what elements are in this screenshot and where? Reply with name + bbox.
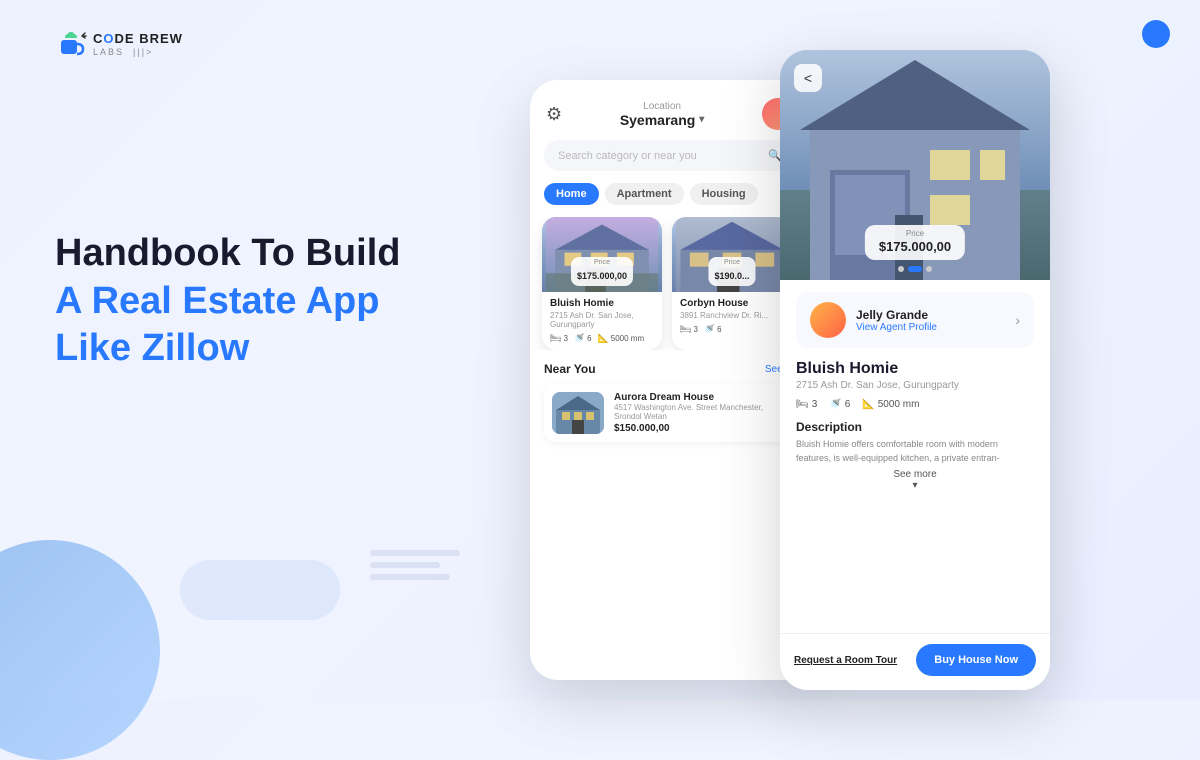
property-cards-row: Price $175.000,00 Bluish Homie 2715 Ash … <box>530 217 810 350</box>
beds-stat-2: 🛏3 <box>680 324 698 335</box>
agent-name: Jelly Grande <box>856 308 1015 322</box>
dot-3 <box>926 266 932 272</box>
property-stats-2: 🛏3 🚿6 <box>680 324 784 335</box>
see-more-button[interactable]: See more ▾ <box>796 469 1034 491</box>
property-stats-1: 🛏3 🚿6 📐5000 mm <box>550 333 654 344</box>
area-stat-1: 📐5000 mm <box>598 333 645 344</box>
chevron-down-icon: ▾ <box>796 480 1034 491</box>
property-address-2: 3891 Ranchview Dr. Ri... <box>680 311 784 320</box>
property-name-1: Bluish Homie <box>550 298 654 309</box>
detail-area: 📐5000 mm <box>862 399 919 410</box>
phones-area: ⚙ Location Syemarang ▾ Search category o… <box>470 30 1200 690</box>
property-card-image-2: Price $190.0... <box>672 217 792 292</box>
property-card-1[interactable]: Price $175.000,00 Bluish Homie 2715 Ash … <box>542 217 662 350</box>
detail-price-overlay: Price $175.000,00 <box>865 225 965 260</box>
image-dots <box>898 266 932 272</box>
detail-baths: 🚿6 <box>829 399 850 410</box>
location-area: Location Syemarang ▾ <box>620 101 705 128</box>
price-value-2: $190.0... <box>714 271 749 281</box>
nearby-info: Aurora Dream House 4517 Washington Ave. … <box>614 392 788 434</box>
search-bar[interactable]: Search category or near you 🔍 <box>544 140 796 171</box>
logo-icon <box>55 28 87 60</box>
detail-body: Jelly Grande View Agent Profile › Bluish… <box>780 280 1050 503</box>
nearby-header: Near You See All <box>544 362 796 376</box>
baths-stat-1: 🚿6 <box>574 333 592 344</box>
buy-house-button[interactable]: Buy House Now <box>916 644 1036 676</box>
property-name-2: Corbyn House <box>680 298 784 309</box>
detail-property-address: 2715 Ash Dr. San Jose, Gurungparty <box>796 380 1034 391</box>
dot-2 <box>908 266 922 272</box>
price-value-1: $175.000,00 <box>577 271 627 281</box>
property-address-1: 2715 Ash Dr. San Jose, Gurungparty <box>550 311 654 329</box>
price-label-1: Price <box>577 259 627 266</box>
headline-line1: Handbook To Build <box>55 232 400 274</box>
nearby-image <box>552 392 604 434</box>
property-card-image-1: Price $175.000,00 <box>542 217 662 292</box>
headline-line3: Like Zillow <box>55 327 249 369</box>
request-tour-button[interactable]: Request a Room Tour <box>794 644 906 676</box>
agent-profile-link[interactable]: View Agent Profile <box>856 322 1015 333</box>
detail-property-name: Bluish Homie <box>796 360 1034 378</box>
property-card-body-1: Bluish Homie 2715 Ash Dr. San Jose, Guru… <box>542 292 662 350</box>
chevron-right-icon: › <box>1015 312 1020 328</box>
nearby-item[interactable]: Aurora Dream House 4517 Washington Ave. … <box>544 384 796 442</box>
headline-line2: A Real Estate App <box>55 280 379 322</box>
price-badge-1: Price $175.000,00 <box>571 257 633 286</box>
headline-section: Handbook To Build A Real Estate App Like… <box>55 230 400 373</box>
decorative-lines <box>370 550 460 580</box>
decorative-blob-middle <box>180 560 340 620</box>
description-text: Bluish Homie offers comfortable room wit… <box>796 438 1034 465</box>
filter-tabs: Home Apartment Housing <box>530 183 810 217</box>
logo: CODE BREW LABS |||> <box>55 28 183 60</box>
search-placeholder: Search category or near you <box>558 150 697 162</box>
baths-stat-2: 🚿6 <box>704 324 722 335</box>
nearby-name: Aurora Dream House <box>614 392 788 403</box>
nearby-price: $150.000,00 <box>614 423 788 434</box>
description-title: Description <box>796 420 1034 434</box>
gear-icon[interactable]: ⚙ <box>546 104 562 125</box>
nearby-title: Near You <box>544 362 596 376</box>
chevron-down-icon: ▾ <box>699 114 704 125</box>
tab-housing[interactable]: Housing <box>690 183 758 205</box>
detail-price-value: $175.000,00 <box>879 239 951 254</box>
nearby-address: 4517 Washington Ave. Street Manchester, … <box>614 403 788 421</box>
detail-price-label: Price <box>879 229 951 238</box>
property-card-body-2: Corbyn House 3891 Ranchview Dr. Ri... 🛏3… <box>672 292 792 341</box>
dot-1 <box>898 266 904 272</box>
property-card-2[interactable]: Price $190.0... Corbyn House 3891 Ranchv… <box>672 217 792 350</box>
agent-avatar <box>810 302 846 338</box>
agent-info: Jelly Grande View Agent Profile <box>856 308 1015 333</box>
decorative-blob-bottom-left <box>0 540 160 760</box>
detail-stats: 🛏3 🚿6 📐5000 mm <box>796 399 1034 410</box>
logo-text: CODE BREW LABS |||> <box>93 31 183 57</box>
detail-beds: 🛏3 <box>796 399 817 410</box>
price-badge-2: Price $190.0... <box>708 257 755 286</box>
phone-header: ⚙ Location Syemarang ▾ <box>530 80 810 140</box>
detail-footer: Request a Room Tour Buy House Now <box>780 633 1050 690</box>
detail-hero-image: < Price $175.000,00 <box>780 50 1050 280</box>
phone-middle: ⚙ Location Syemarang ▾ Search category o… <box>530 80 810 680</box>
tab-home[interactable]: Home <box>544 183 599 205</box>
price-label-2: Price <box>714 259 749 266</box>
back-button[interactable]: < <box>794 64 822 92</box>
nearby-section: Near You See All Aurora Drea <box>530 350 810 442</box>
agent-row[interactable]: Jelly Grande View Agent Profile › <box>796 292 1034 348</box>
phone-right: < Price $175.000,00 Jelly Grande View Ag… <box>780 50 1050 690</box>
beds-stat-1: 🛏3 <box>550 333 568 344</box>
location-name: Syemarang ▾ <box>620 112 705 128</box>
tab-apartment[interactable]: Apartment <box>605 183 684 205</box>
location-label: Location <box>620 101 705 112</box>
